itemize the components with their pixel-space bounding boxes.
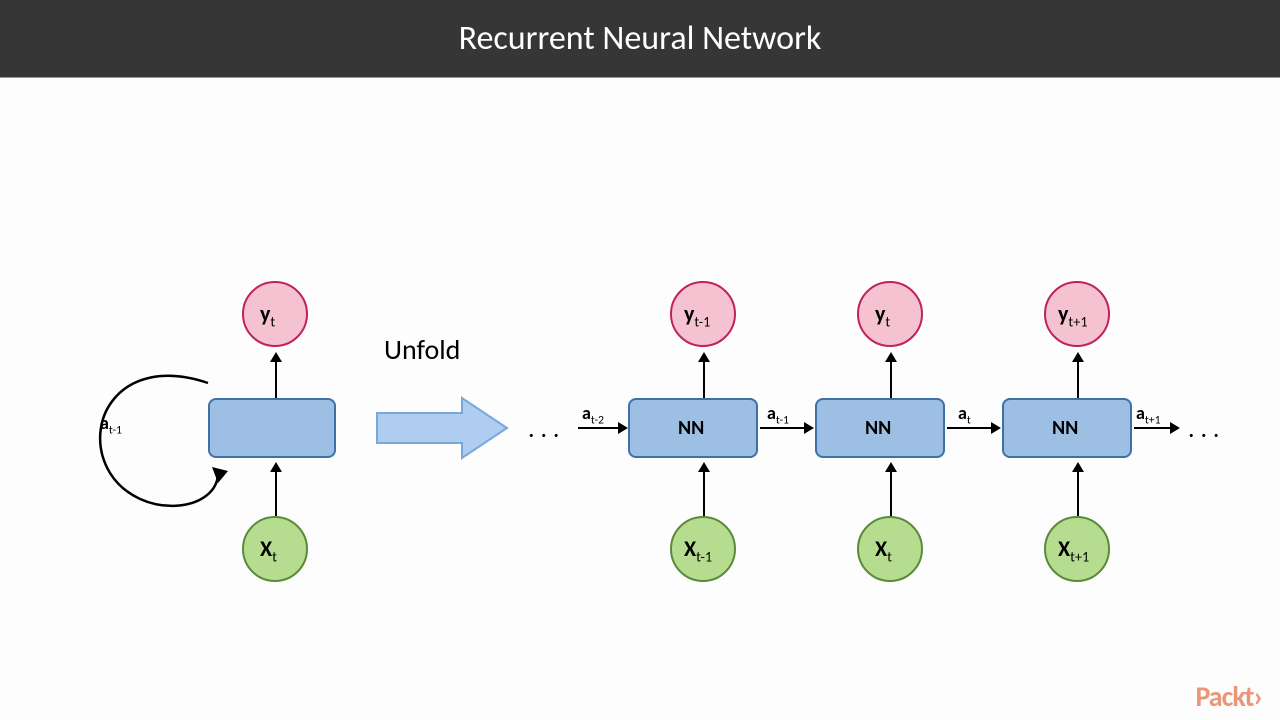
u2-y-label: yt (875, 300, 890, 330)
loop-label: at-1 (100, 412, 122, 438)
folded-x-label: Xt (260, 535, 277, 565)
u2-box-label: NN (865, 416, 891, 440)
u3-x-label: Xt+1 (1058, 535, 1089, 565)
u1-y-label: yt-1 (684, 300, 710, 330)
folded-arrow-box-to-y (275, 354, 277, 398)
u2-x-label: Xt (875, 535, 892, 565)
hidden-arrow-3 (947, 427, 999, 429)
folded-y-label: yt (260, 300, 275, 330)
unfold-label: Unfold (384, 332, 460, 367)
u3-box-label: NN (1052, 416, 1078, 440)
page-title: Recurrent Neural Network (459, 18, 822, 59)
u1-x-label: Xt-1 (684, 535, 712, 565)
recurrent-loop-icon (90, 363, 235, 523)
u2-arrow-box-to-y (890, 354, 892, 398)
folded-arrow-x-to-box (275, 464, 277, 516)
u2-arrow-x-to-box (890, 464, 892, 516)
u3-arrow-x-to-box (1077, 464, 1079, 516)
brand-logo: Packt› (1195, 679, 1262, 714)
hidden-label-4: at+1 (1136, 402, 1161, 428)
u1-arrow-box-to-y (703, 354, 705, 398)
ellipsis-right: . . . (1188, 412, 1219, 444)
hidden-label-3: at (958, 402, 971, 428)
unfold-arrow-icon (372, 395, 512, 461)
u3-y-label: yt+1 (1058, 300, 1088, 330)
diagram-canvas: at-1 yt Xt Unfold . . . yt-1 Xt-1 NN yt … (0, 78, 1280, 720)
hidden-label-1: at-2 (582, 402, 604, 428)
u1-arrow-x-to-box (703, 464, 705, 516)
u1-box-label: NN (678, 416, 704, 440)
hidden-label-2: at-1 (767, 402, 789, 428)
ellipsis-left: . . . (528, 412, 559, 444)
u3-arrow-box-to-y (1077, 354, 1079, 398)
title-bar: Recurrent Neural Network (0, 0, 1280, 78)
